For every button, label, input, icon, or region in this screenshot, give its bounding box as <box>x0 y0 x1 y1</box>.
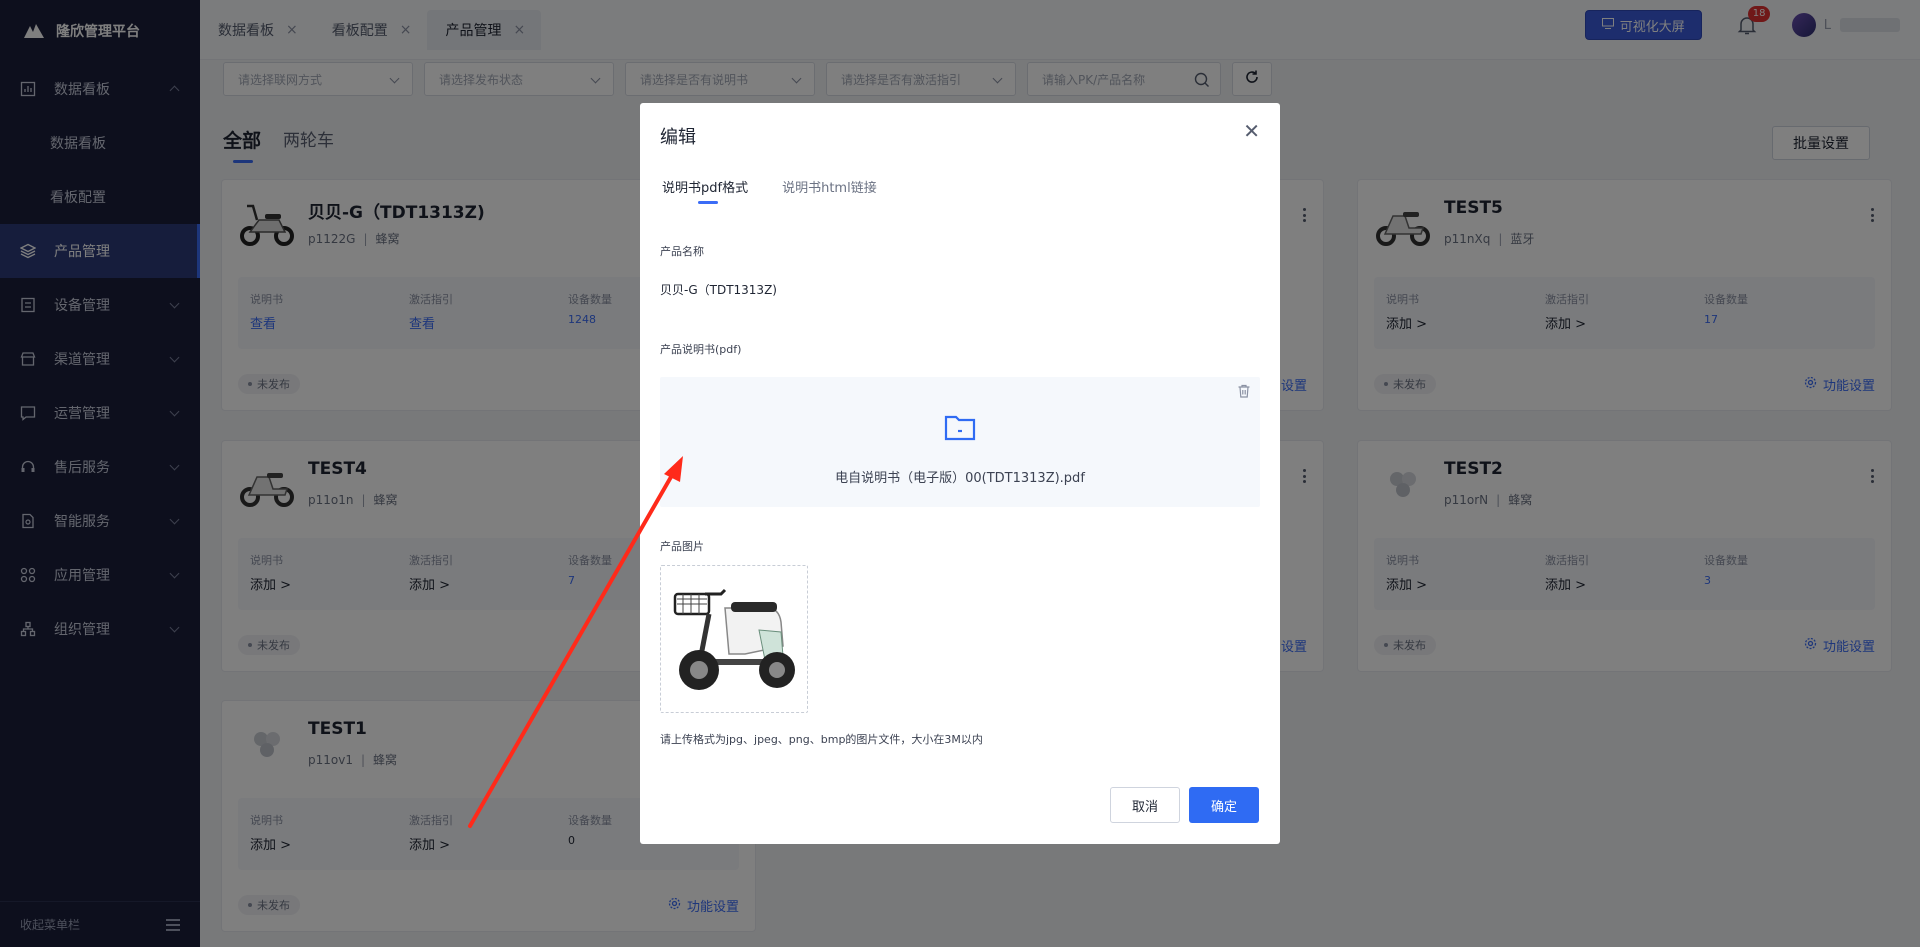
product-image-label: 产品图片 <box>660 540 704 553</box>
manual-pdf-label: 产品说明书(pdf) <box>660 343 742 356</box>
edit-dialog: 编辑 ✕ 说明书pdf格式 说明书html链接 产品名称 贝贝-G（TDT131… <box>640 103 1280 844</box>
product-name-label: 产品名称 <box>660 245 704 258</box>
close-icon[interactable]: ✕ <box>1243 121 1260 141</box>
product-image-upload[interactable] <box>660 565 808 713</box>
upload-hint: 请上传格式为jpg、jpeg、png、bmp的图片文件，大小在3M以内 <box>660 733 983 746</box>
pdf-upload-area[interactable]: 电自说明书（电子版）00(TDT1313Z).pdf <box>660 377 1260 507</box>
pdf-file-name: 电自说明书（电子版）00(TDT1313Z).pdf <box>835 471 1085 486</box>
product-name-value: 贝贝-G（TDT1313Z) <box>660 283 777 297</box>
trash-icon[interactable] <box>1236 383 1252 403</box>
dialog-title: 编辑 <box>660 127 696 148</box>
folder-icon <box>944 413 976 445</box>
tab-html-manual[interactable]: 说明书html链接 <box>782 177 877 196</box>
product-image <box>673 588 795 690</box>
confirm-button[interactable]: 确定 <box>1189 787 1259 823</box>
cancel-button[interactable]: 取消 <box>1110 787 1180 823</box>
tab-pdf-manual[interactable]: 说明书pdf格式 <box>662 177 748 204</box>
dialog-tabs: 说明书pdf格式 说明书html链接 <box>662 177 877 204</box>
